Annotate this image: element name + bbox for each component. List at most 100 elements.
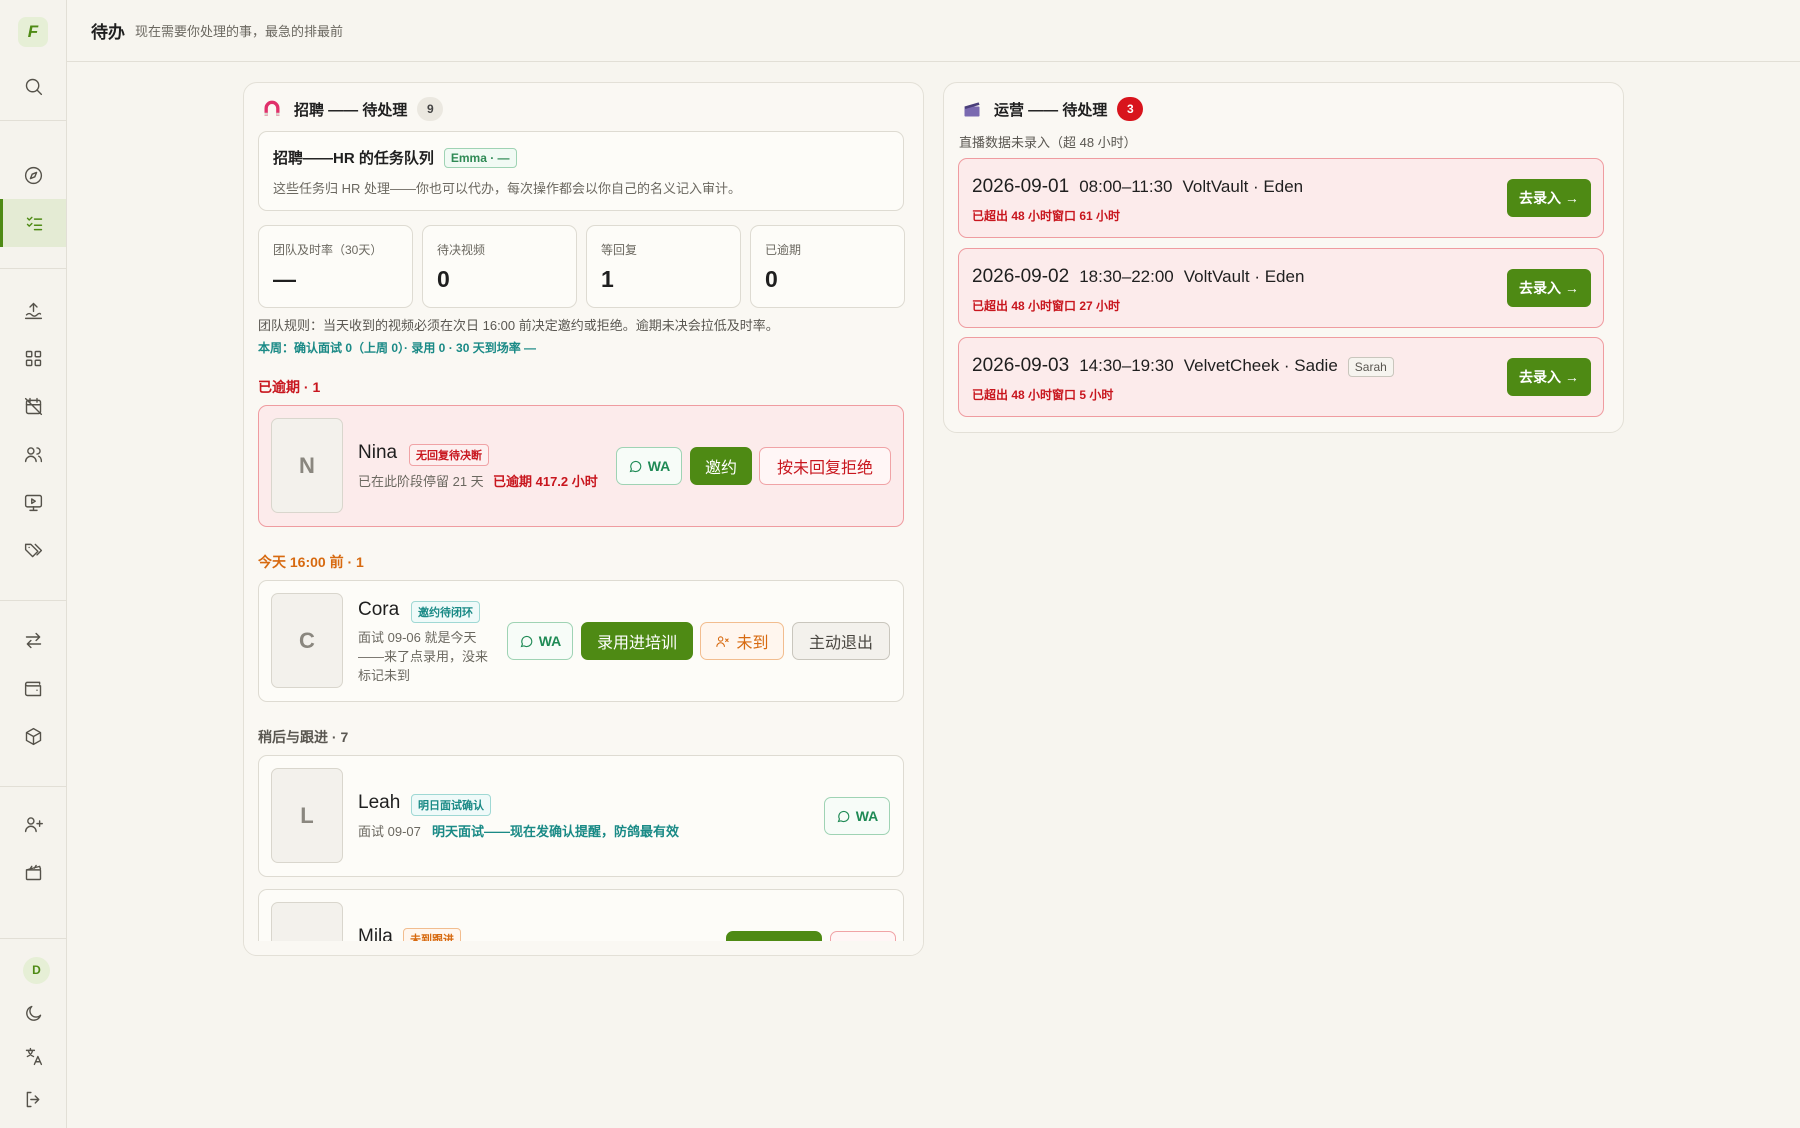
clapper-icon (964, 102, 980, 117)
calendar-off-icon[interactable] (0, 386, 66, 426)
no-show-button[interactable]: 未到 (700, 622, 784, 660)
ops-streamer: VoltVault · Eden (1183, 267, 1305, 286)
ops-time: 14:30–19:30 (1079, 356, 1174, 375)
ops-warning: 已超出 48 小时窗口 27 小时 (972, 299, 1121, 313)
hire-training-button[interactable]: 录用进培训 (581, 622, 693, 660)
stat-label: 等回复 (601, 243, 638, 257)
page-subtitle: 现在需要你处理的事，最急的排最前 (135, 24, 344, 39)
host-tag: Sarah (1347, 357, 1394, 377)
stat-label: 已逾期 (765, 243, 802, 257)
upload-icon[interactable] (0, 290, 66, 330)
candidate-card-nina: N Nina 无回复待决断 已在此阶段停留 21 天 已逾期 417.2 小时 … (258, 405, 904, 527)
status-badge: 邀约待闭环 (411, 601, 480, 623)
search-icon[interactable] (0, 66, 66, 106)
ops-item: 2026-09-01 08:00–11:30 VoltVault · Eden … (958, 158, 1604, 238)
candidate-card-leah: L Leah 明日面试确认 面试 09-07 明天面试——现在发确认提醒，防鸽最… (258, 755, 904, 877)
ops-panel-title: 运营 —— 待处理 (994, 101, 1108, 119)
page-title: 待办 (91, 23, 125, 42)
recruit-count-badge: 9 (417, 97, 444, 121)
section-later-title: 稍后与跟进 · 7 (258, 729, 349, 745)
whatsapp-button[interactable]: WA (616, 447, 682, 485)
tags-icon[interactable] (0, 530, 66, 570)
clapper-icon[interactable] (0, 852, 66, 892)
whatsapp-button[interactable]: WA (824, 797, 890, 835)
sidebar: F D (0, 0, 67, 1128)
stat-overdue: 已逾期 0 (750, 225, 905, 308)
ops-streamer: VoltVault · Eden (1182, 177, 1304, 196)
candidate-avatar: N (271, 418, 343, 513)
hr-queue-title: 招聘——HR 的任务队列 (273, 150, 434, 167)
wallet-icon[interactable] (0, 668, 66, 708)
stat-awaiting-reply: 等回复 1 (586, 225, 741, 308)
moon-icon[interactable] (0, 993, 66, 1033)
ops-time: 18:30–22:00 (1079, 267, 1174, 286)
section-overdue-title: 已逾期 · 1 (258, 379, 321, 395)
team-rule: 团队规则：当天收到的视频必须在次日 16:00 前决定邀约或拒绝。逾期未决会拉低… (258, 318, 779, 333)
ops-item: 2026-09-02 18:30–22:00 VoltVault · Eden … (958, 248, 1604, 328)
candidate-name: Cora (358, 599, 400, 620)
compass-icon[interactable] (0, 155, 66, 195)
ops-warning: 已超出 48 小时窗口 61 小时 (972, 209, 1121, 223)
users-icon[interactable] (0, 434, 66, 474)
hr-queue-card: 招聘——HR 的任务队列 Emma · — 这些任务归 HR 处理——你也可以代… (258, 131, 904, 211)
recruit-panel-title: 招聘 —— 待处理 (294, 101, 408, 119)
candidate-note: 明天面试——现在发确认提醒，防鸽最有效 (432, 824, 680, 839)
recruit-panel: 招聘 —— 待处理 9 招聘——HR 的任务队列 Emma · — 这些任务归 … (243, 82, 924, 956)
checklist-icon[interactable] (0, 199, 66, 247)
app-logo[interactable]: F (18, 17, 48, 47)
go-enter-button[interactable]: 去录入 → (1507, 179, 1591, 217)
go-enter-button[interactable]: 去录入 → (1507, 269, 1591, 307)
go-enter-button[interactable]: 去录入 → (1507, 358, 1591, 396)
section-today-title: 今天 16:00 前 · 1 (258, 554, 364, 570)
voluntary-quit-button[interactable]: 主动退出 (792, 622, 890, 660)
reject-no-reply-button[interactable]: 按未回复拒绝 (759, 447, 891, 485)
magnet-icon (264, 100, 280, 116)
stat-value: 0 (437, 266, 450, 292)
whatsapp-label: WA (647, 458, 671, 474)
invite-button[interactable]: 邀约 (690, 447, 752, 485)
stat-label: 待决视频 (437, 243, 486, 257)
hr-assignee-tag: Emma · — (443, 147, 517, 168)
user-x-icon (716, 635, 730, 647)
ops-date: 2026-09-03 (972, 355, 1070, 376)
candidate-name: Nina (358, 442, 398, 463)
recruit-panel-header: 招聘 —— 待处理 9 (262, 97, 444, 121)
logout-icon[interactable] (0, 1079, 66, 1119)
ops-date: 2026-09-01 (972, 176, 1070, 197)
ops-warning: 已超出 48 小时窗口 5 小时 (972, 388, 1114, 402)
stat-pending-video: 待决视频 0 (422, 225, 577, 308)
candidate-card-cora: C Cora 邀约待闭环 面试 09-06 就是今天——来了点录用，没来标记未到… (258, 580, 904, 702)
stat-value: 1 (601, 266, 614, 292)
candidate-avatar: L (271, 768, 343, 863)
stat-timeliness: 团队及时率（30天） — (258, 225, 413, 308)
chat-icon (520, 635, 533, 647)
grid-icon[interactable] (0, 338, 66, 378)
user-avatar[interactable]: D (23, 957, 50, 984)
whatsapp-button[interactable]: WA (507, 622, 573, 660)
monitor-play-icon[interactable] (0, 482, 66, 522)
scroll-fade (244, 941, 923, 955)
ops-subtitle: 直播数据未录入（超 48 小时） (959, 135, 1137, 150)
ops-date: 2026-09-02 (972, 266, 1070, 287)
ops-item: 2026-09-03 14:30–19:30 VelvetCheek · Sad… (958, 337, 1604, 417)
box-icon[interactable] (0, 716, 66, 756)
ops-streamer: VelvetCheek · Sadie (1183, 356, 1338, 375)
stat-value: — (273, 266, 296, 292)
ops-panel-header: 运营 —— 待处理 3 (962, 97, 1144, 121)
weekly-summary: 本周：确认面试 0（上周 0）· 录用 0 · 30 天到场率 — (258, 341, 537, 355)
user-plus-icon[interactable] (0, 804, 66, 844)
chat-icon (629, 460, 642, 472)
whatsapp-label: WA (855, 808, 879, 824)
overdue-hours: 已逾期 417.2 小时 (493, 474, 598, 489)
status-badge: 无回复待决断 (409, 444, 489, 466)
translate-icon[interactable] (0, 1036, 66, 1076)
no-show-label: 未到 (736, 635, 769, 652)
ops-time: 08:00–11:30 (1079, 177, 1173, 196)
arrows-swap-icon[interactable] (0, 620, 66, 660)
whatsapp-label: WA (538, 633, 562, 649)
candidate-avatar: C (271, 593, 343, 688)
ops-panel: 运营 —— 待处理 3 直播数据未录入（超 48 小时） 2026-09-01 … (943, 82, 1624, 433)
page-header: 待办 现在需要你处理的事，最急的排最前 (67, 0, 1800, 62)
candidate-name: Leah (358, 792, 401, 813)
stat-label: 团队及时率（30天） (273, 243, 383, 257)
